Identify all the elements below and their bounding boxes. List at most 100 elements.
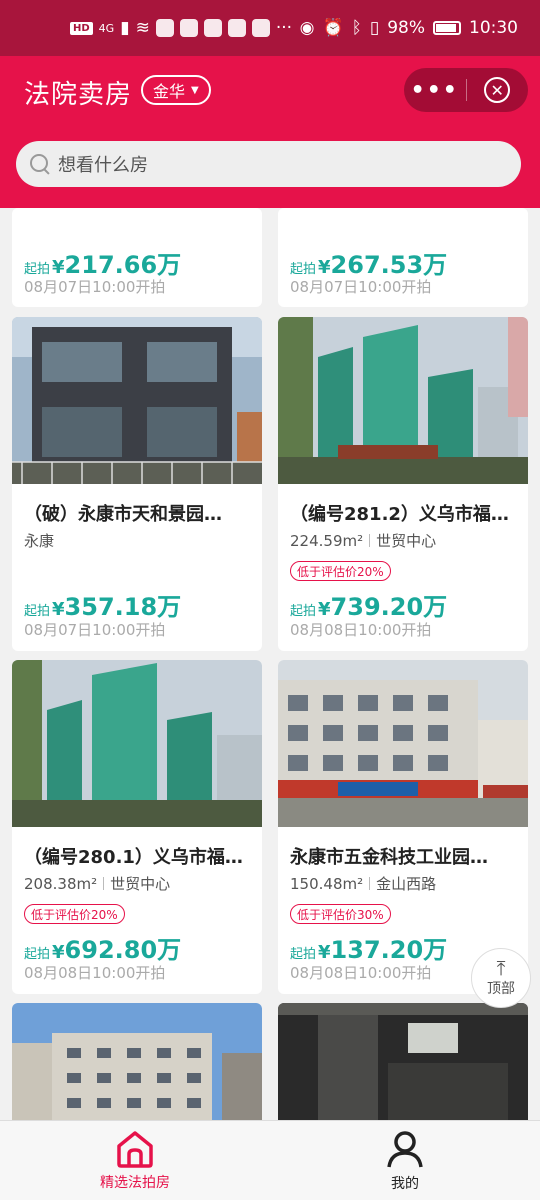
listing-title: 永康市五金科技工业园… xyxy=(290,847,488,868)
listing-photo xyxy=(278,317,528,484)
tab-mine-label: 我的 xyxy=(391,1175,419,1192)
price-row: 起拍 ¥ 137.20万 xyxy=(290,930,447,965)
tab-home[interactable]: 精选法拍房 xyxy=(0,1121,270,1200)
location-text: 金山西路 xyxy=(376,875,437,893)
start-label: 起拍 xyxy=(290,604,317,619)
auction-date: 08月08日10:00开拍 xyxy=(24,964,166,982)
currency: ¥ xyxy=(52,942,65,963)
auction-date: 08月07日10:00开拍 xyxy=(24,621,166,639)
listing-location: 224.59m² 世贸中心 xyxy=(290,530,436,551)
area-text: 224.59m² xyxy=(290,531,364,550)
discount-tag: 低于评估价20% xyxy=(24,904,125,924)
start-label: 起拍 xyxy=(24,947,51,962)
wifi-icon: ≋ xyxy=(135,18,150,38)
alarm-icon: ⏰ xyxy=(322,18,344,38)
currency: ¥ xyxy=(52,257,65,278)
listing-card[interactable]: （破）永康市天和景园… 永康 起拍 ¥ 357.18万 08月07日10:00开… xyxy=(12,317,262,651)
status-right: ◉ ⏰ ᛒ ▯ 98% 10:30 xyxy=(300,18,518,38)
vibrate-icon: ▯ xyxy=(369,18,380,38)
close-circle-icon: ✕ xyxy=(484,77,511,103)
hd-badge: HD xyxy=(70,21,93,35)
eye-icon: ◉ xyxy=(299,18,315,38)
auction-date: 08月07日10:00开拍 xyxy=(290,278,432,296)
listing-location: 永康 xyxy=(24,530,54,551)
area-text: 150.48m² xyxy=(290,874,364,893)
listing-photo xyxy=(12,660,262,827)
more-dots-icon: ··· xyxy=(275,18,293,38)
app-icon xyxy=(203,19,222,37)
listing-title: （编号281.2）义乌市福… xyxy=(290,504,509,525)
currency: ¥ xyxy=(318,257,331,278)
user-icon xyxy=(387,1130,423,1167)
app-icon xyxy=(251,19,270,37)
currency: ¥ xyxy=(52,599,65,620)
arrow-up-icon: ⤒ xyxy=(496,956,506,980)
price: 217.66万 xyxy=(64,251,182,279)
home-icon xyxy=(117,1130,153,1168)
auction-date: 08月07日10:00开拍 xyxy=(24,278,166,296)
area-text: 208.38m² xyxy=(24,874,98,893)
listing-card[interactable]: 永康市五金科技工业园… 150.48m² 金山西路 低于评估价30% 起拍 ¥ … xyxy=(278,660,528,994)
miniprogram-capsule: ••• ✕ xyxy=(404,68,528,112)
divider xyxy=(369,534,371,547)
city-label: 金华 xyxy=(153,82,186,101)
listing-card[interactable] xyxy=(278,1003,528,1120)
listing-location: 208.38m² 世贸中心 xyxy=(24,873,170,894)
app-header: 法院卖房 金华 ▼ ••• ✕ 想看什么房 xyxy=(0,56,540,208)
start-label: 起拍 xyxy=(290,947,317,962)
back-to-top-button[interactable]: ⤒ 顶部 xyxy=(471,948,531,1008)
discount-tag: 低于评估价20% xyxy=(290,561,391,581)
app-icon xyxy=(179,19,198,37)
page-title: 法院卖房 xyxy=(24,80,133,110)
price-row: 起拍 ¥ 692.80万 xyxy=(24,930,181,965)
price-row: 起拍 ¥ 217.66万 xyxy=(24,245,181,280)
back-to-top-label: 顶部 xyxy=(487,981,515,997)
listing-photo xyxy=(12,317,262,484)
battery-icon xyxy=(433,21,461,35)
price-row: 起拍 ¥ 739.20万 xyxy=(290,587,447,622)
tab-mine[interactable]: 我的 xyxy=(270,1121,540,1200)
search-placeholder: 想看什么房 xyxy=(58,155,148,176)
tab-home-label: 精选法拍房 xyxy=(100,1174,170,1191)
start-label: 起拍 xyxy=(24,604,51,619)
currency: ¥ xyxy=(318,599,331,620)
divider xyxy=(369,877,371,890)
price-row: 起拍 ¥ 357.18万 xyxy=(24,587,181,622)
listing-location: 150.48m² 金山西路 xyxy=(290,873,436,894)
caret-down-icon: ▼ xyxy=(191,84,199,96)
price-row: 起拍 ¥ 267.53万 xyxy=(290,245,447,280)
signal-icon: ▮ xyxy=(120,18,130,38)
building-photo xyxy=(12,317,262,484)
building-photo xyxy=(278,660,528,827)
interior-photo xyxy=(278,1003,528,1120)
app-icon xyxy=(155,19,174,37)
listing-card[interactable]: 起拍 ¥ 267.53万 08月07日10:00开拍 xyxy=(278,208,528,307)
location-text: 世贸中心 xyxy=(376,532,437,550)
clock: 10:30 xyxy=(469,18,518,38)
network-label: 4G xyxy=(98,21,115,35)
city-selector[interactable]: 金华 ▼ xyxy=(141,75,211,105)
close-button[interactable]: ✕ xyxy=(466,77,528,103)
listing-card[interactable] xyxy=(12,1003,262,1120)
listing-title: （破）永康市天和景园… xyxy=(24,504,222,525)
more-dots-icon[interactable]: ••• xyxy=(404,78,466,103)
building-photo xyxy=(12,1003,262,1120)
divider xyxy=(103,877,105,890)
start-label: 起拍 xyxy=(290,262,317,277)
listing-card[interactable]: （编号281.2）义乌市福… 224.59m² 世贸中心 低于评估价20% 起拍… xyxy=(278,317,528,651)
price: 267.53万 xyxy=(330,251,448,279)
bluetooth-icon: ᛒ xyxy=(351,18,362,38)
search-bar[interactable]: 想看什么房 xyxy=(16,141,521,187)
building-photo xyxy=(278,317,528,484)
status-bar: HD 4G ▮ ≋ ··· ◉ ⏰ ᛒ ▯ 98% 10:30 xyxy=(0,0,540,56)
listing-card[interactable]: （编号280.1）义乌市福… 208.38m² 世贸中心 低于评估价20% 起拍… xyxy=(12,660,262,994)
listing-title: （编号280.1）义乌市福… xyxy=(24,847,243,868)
status-left: HD 4G ▮ ≋ ··· xyxy=(70,18,292,38)
price: 739.20万 xyxy=(330,593,448,621)
location-text: 世贸中心 xyxy=(110,875,171,893)
discount-tag: 低于评估价30% xyxy=(290,904,391,924)
search-icon xyxy=(28,152,52,176)
auction-date: 08月08日10:00开拍 xyxy=(290,964,432,982)
building-photo xyxy=(12,660,262,827)
listing-card[interactable]: 起拍 ¥ 217.66万 08月07日10:00开拍 xyxy=(12,208,262,307)
